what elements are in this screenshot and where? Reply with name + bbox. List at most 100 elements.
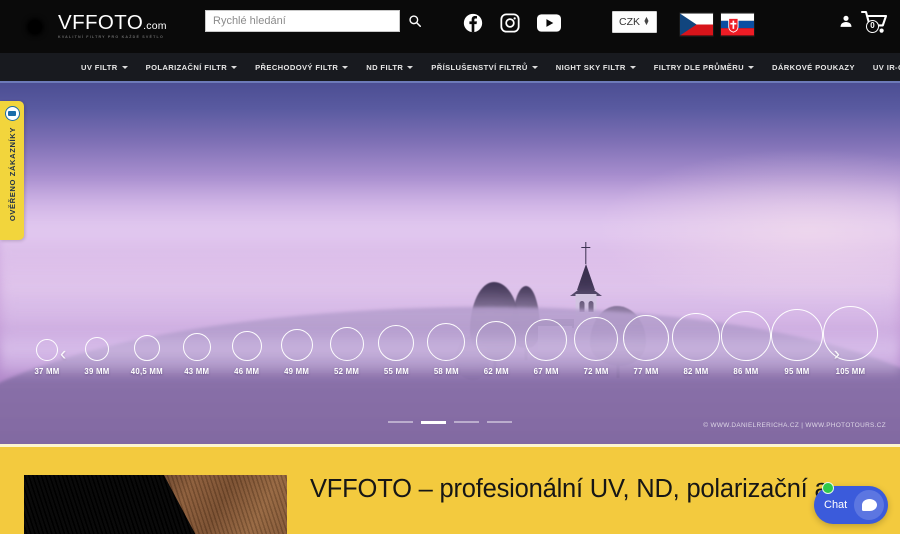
size-option-52mm[interactable]: 52 MM — [322, 327, 372, 376]
size-label: 58 MM — [433, 367, 459, 376]
chevron-down-icon — [342, 66, 349, 69]
facebook-icon — [463, 13, 483, 33]
size-option-77mm[interactable]: 77 MM — [621, 315, 671, 376]
carousel-indicators — [388, 420, 512, 424]
nav-label: NIGHT SKY FILTR — [555, 62, 626, 72]
carousel-next-button[interactable]: › — [834, 345, 840, 364]
size-option-55mm[interactable]: 55 MM — [372, 325, 422, 376]
chat-bubble-icon — [854, 490, 884, 520]
nav-label: PŘÍSLUŠENSTVÍ FILTRŮ — [431, 62, 528, 72]
size-label: 62 MM — [483, 367, 509, 376]
nav-label: UV FILTR — [81, 62, 118, 72]
size-option-43mm[interactable]: 43 MM — [172, 333, 222, 376]
logo-domain-suffix: .com — [143, 20, 167, 33]
site-logo[interactable]: VFFOTO.com KVALITNÍ FILTRY PRO KAŽDÉ SVĚ… — [19, 11, 167, 43]
size-option-95mm[interactable]: 95 MM — [770, 309, 823, 376]
carousel-indicator-4[interactable] — [487, 420, 512, 424]
promo-title: VFFOTO – profesionální UV, ND, polarizač… — [310, 475, 829, 503]
search-icon — [409, 15, 422, 28]
currency-value: CZK — [619, 16, 641, 28]
flag-cz[interactable] — [680, 13, 713, 36]
nav-label: ND FILTR — [366, 62, 404, 72]
size-option-62mm[interactable]: 62 MM — [471, 321, 521, 376]
size-option-67mm[interactable]: 67 MM — [521, 319, 571, 376]
size-label: 95 MM — [784, 367, 810, 376]
facebook-link[interactable] — [463, 13, 483, 33]
nav-item-darkove-poukazy[interactable]: DÁRKOVÉ POUKAZY — [763, 52, 864, 82]
nav-item-night-sky-filtr[interactable]: NIGHT SKY FILTR — [547, 52, 645, 82]
promo-image — [24, 475, 287, 534]
size-label: 55 MM — [383, 367, 409, 376]
main-navigation: UV FILTR POLARIZAČNÍ FILTR PŘECHODOVÝ FI… — [0, 53, 900, 83]
site-header: VFFOTO.com KVALITNÍ FILTRY PRO KAŽDÉ SVĚ… — [0, 0, 900, 53]
chat-widget-button[interactable]: Chat — [814, 482, 888, 524]
nav-item-prechodovy-filtr[interactable]: PŘECHODOVÝ FILTR — [246, 52, 357, 82]
size-label: 77 MM — [633, 367, 659, 376]
size-label: 67 MM — [533, 367, 559, 376]
nav-label: PŘECHODOVÝ FILTR — [255, 62, 339, 72]
cart-count-badge: 0 — [866, 20, 879, 33]
size-label: 49 MM — [284, 367, 310, 376]
size-label: 52 MM — [333, 367, 360, 376]
size-label: 43 MM — [184, 367, 210, 376]
size-label: 46 MM — [234, 367, 260, 376]
nav-item-polarizacni-filtr[interactable]: POLARIZAČNÍ FILTR — [137, 52, 246, 82]
chevron-down-icon — [531, 66, 538, 69]
logo-tagline: KVALITNÍ FILTRY PRO KAŽDÉ SVĚTLO — [58, 34, 164, 39]
chat-online-indicator — [822, 482, 834, 494]
instagram-link[interactable] — [500, 13, 520, 33]
chevron-down-icon — [121, 66, 128, 69]
nav-item-uv-ir-cut-filtr[interactable]: UV IR-CUT FILTR — [864, 52, 900, 82]
size-option-105mm[interactable]: 105 MM — [822, 306, 878, 376]
size-option-58mm[interactable]: 58 MM — [421, 323, 471, 376]
nav-item-uv-filtr[interactable]: UV FILTR — [72, 52, 137, 82]
youtube-link[interactable] — [537, 14, 561, 32]
account-link[interactable] — [839, 14, 853, 33]
nav-label: UV IR-CUT FILTR — [872, 62, 900, 72]
logo-wordmark: VFFOTO.com — [58, 11, 167, 35]
search-area — [205, 10, 422, 32]
photo-credit: © WWW.DANIELRERICHA.CZ | WWW.PHOTOTOURS.… — [703, 422, 886, 429]
nav-label: POLARIZAČNÍ FILTR — [145, 62, 228, 72]
nav-label: FILTRY DLE PRŮMĚRU — [653, 62, 744, 72]
nav-item-filtry-dle-prumeru[interactable]: FILTRY DLE PRŮMĚRU — [645, 52, 763, 82]
page-root: VFFOTO.com KVALITNÍ FILTRY PRO KAŽDÉ SVĚ… — [0, 0, 900, 534]
instagram-icon — [500, 13, 520, 33]
search-input[interactable] — [205, 10, 400, 32]
chevron-down-icon — [407, 66, 414, 69]
carousel-prev-button[interactable]: ‹ — [60, 345, 66, 364]
user-icon — [840, 15, 852, 27]
heureka-verified-badge[interactable]: OVĚŘENO ZÁKAZNÍKY — [0, 101, 24, 240]
size-option-72mm[interactable]: 72 MM — [571, 317, 621, 376]
cart-link[interactable]: 0 — [860, 8, 890, 41]
size-option-39mm[interactable]: 39 MM — [72, 337, 122, 376]
size-option-49mm[interactable]: 49 MM — [272, 329, 322, 376]
updown-arrows-icon: ▲ ▼ — [643, 16, 650, 27]
size-option-40-5mm[interactable]: 40,5 MM — [122, 335, 172, 376]
size-option-82mm[interactable]: 82 MM — [671, 313, 721, 376]
nav-item-nd-filtr[interactable]: ND FILTR — [357, 52, 422, 82]
chat-label: Chat — [824, 499, 848, 511]
social-links — [463, 13, 561, 33]
size-option-86mm[interactable]: 86 MM — [720, 311, 771, 376]
size-label: 82 MM — [683, 367, 709, 376]
chevron-down-icon — [629, 66, 636, 69]
flag-sk[interactable] — [721, 13, 754, 36]
size-label: 72 MM — [583, 367, 609, 376]
size-label: 39 MM — [84, 367, 110, 376]
nav-item-prislusenstvi-filtru[interactable]: PŘÍSLUŠENSTVÍ FILTRŮ — [422, 52, 546, 82]
hero-carousel: OVĚŘENO ZÁKAZNÍKY ‹ › 37 MM 39 MM 40,5 M… — [0, 83, 900, 444]
heureka-seal-icon — [4, 106, 20, 121]
size-option-46mm[interactable]: 46 MM — [222, 331, 272, 376]
currency-selector[interactable]: CZK ▲ ▼ — [612, 11, 657, 33]
search-button[interactable] — [408, 14, 422, 28]
language-switcher — [680, 13, 754, 36]
size-label: 40,5 MM — [130, 367, 163, 376]
heureka-badge-label: OVĚŘENO ZÁKAZNÍKY — [7, 127, 17, 222]
carousel-indicator-1[interactable] — [388, 420, 413, 424]
chevron-down-icon — [231, 66, 238, 69]
size-label: 86 MM — [733, 367, 759, 376]
chevron-down-icon — [747, 66, 754, 69]
carousel-indicator-3[interactable] — [454, 420, 479, 424]
carousel-indicator-2[interactable] — [421, 420, 446, 424]
